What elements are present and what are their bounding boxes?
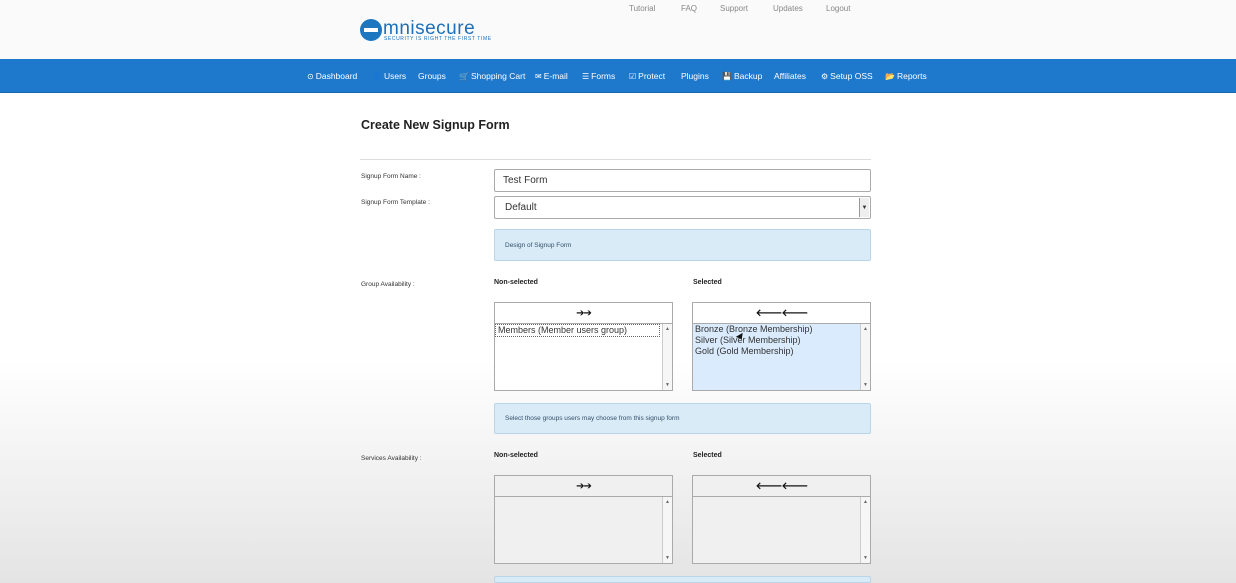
listbox-scrollbar[interactable]: ▲ ▼ (860, 497, 870, 563)
group-selected-heading: Selected (693, 279, 722, 286)
nav-label: Reports (896, 71, 927, 81)
nav-label: Groups (418, 71, 446, 81)
check-icon: ☑ (629, 71, 637, 81)
nav-label: E-mail (543, 71, 568, 81)
group-availability-label: Group Availability : (361, 281, 415, 288)
services-availability-label: Services Availability : (361, 455, 422, 462)
listbox-scrollbar[interactable]: ▲ ▼ (662, 324, 672, 390)
group-selected-list[interactable]: Bronze (Bronze Membership) Silver (Silve… (692, 323, 871, 391)
nav-users[interactable]: 👤 Users (372, 71, 406, 81)
services-selected-list[interactable]: ▲ ▼ (692, 496, 871, 564)
signup-form-name-input[interactable]: Test Form (494, 169, 871, 192)
logo-o-icon (360, 19, 382, 41)
scroll-up-icon[interactable]: ▲ (663, 326, 672, 332)
signup-form-name-label: Signup Form Name : (361, 173, 421, 180)
chevron-down-icon[interactable]: ▼ (859, 198, 869, 217)
scroll-up-icon[interactable]: ▲ (663, 499, 672, 505)
nav-backup[interactable]: 💾 Backup (722, 71, 762, 81)
main-nav: ⊙ Dashboard 👤 Users Groups 🛒 Shopping Cart … (0, 59, 1236, 93)
scroll-down-icon[interactable]: ▼ (663, 382, 672, 388)
services-move-left-button[interactable]: 🡐🡐 (692, 475, 871, 497)
arrow-left-icon: 🡐🡐 (755, 308, 809, 319)
scroll-up-icon[interactable]: ▲ (861, 326, 870, 332)
nav-label: Setup OSS (830, 71, 873, 81)
nav-protect[interactable]: ☑ Protect (629, 71, 665, 81)
services-nonselected-list[interactable]: ▲ ▼ (494, 496, 673, 564)
group-nonselected-list[interactable]: Members (Member users group) ▲ ▼ (494, 323, 673, 391)
toplink-faq[interactable]: FAQ (681, 4, 697, 13)
nav-label: Dashboard (315, 71, 358, 81)
group-move-right-button[interactable]: ➔➔ (494, 302, 673, 324)
scroll-down-icon[interactable]: ▼ (861, 555, 870, 561)
nav-label: Backup (733, 71, 763, 81)
gear-icon: ⚙ (821, 71, 829, 81)
nav-email[interactable]: ✉ E-mail (535, 71, 568, 81)
list-item[interactable]: Gold (Gold Membership) (693, 346, 870, 357)
envelope-icon: ✉ (535, 71, 542, 81)
template-selected-value: Default (505, 202, 537, 213)
arrow-right-icon: ➔➔ (576, 307, 592, 319)
site-header: mnisecure Security is right the first ti… (0, 0, 1236, 59)
nav-affiliates[interactable]: Affiliates (774, 71, 806, 81)
arrow-right-icon: ➔➔ (576, 480, 592, 492)
nav-dashboard[interactable]: ⊙ Dashboard (307, 71, 357, 81)
services-move-right-button[interactable]: ➔➔ (494, 475, 673, 497)
toplink-tutorial[interactable]: Tutorial (629, 4, 655, 13)
nav-label: Protect (638, 71, 666, 81)
user-icon: 👤 (372, 71, 382, 81)
list-item[interactable]: Bronze (Bronze Membership) (693, 324, 870, 335)
listbox-scrollbar[interactable]: ▲ ▼ (662, 497, 672, 563)
nav-plugins[interactable]: Plugins (681, 71, 709, 81)
logo-tagline: Security is right the first time (384, 36, 492, 42)
list-icon: ☰ (582, 71, 590, 81)
title-divider (360, 159, 871, 160)
group-nonselected-heading: Non-selected (494, 279, 538, 286)
nav-label: Affiliates (774, 71, 806, 81)
template-hint: Design of Signup Form (494, 229, 871, 261)
scroll-down-icon[interactable]: ▼ (663, 555, 672, 561)
toplink-support[interactable]: Support (720, 4, 748, 13)
toplink-updates[interactable]: Updates (773, 4, 803, 13)
group-hint: Select those groups users may choose fro… (494, 403, 871, 434)
omnisecure-logo[interactable]: mnisecure Security is right the first ti… (360, 17, 500, 43)
cart-icon: 🛒 (459, 71, 469, 81)
floppy-icon: 💾 (722, 71, 732, 81)
list-item[interactable]: Members (Member users group) (495, 324, 660, 337)
page-title: Create New Signup Form (361, 118, 510, 132)
arrow-left-icon: 🡐🡐 (755, 481, 809, 492)
services-nonselected-heading: Non-selected (494, 452, 538, 459)
list-item[interactable]: Silver (Silver Membership) (693, 335, 870, 346)
scroll-down-icon[interactable]: ▼ (861, 382, 870, 388)
listbox-scrollbar[interactable]: ▲ ▼ (860, 324, 870, 390)
signup-form-template-label: Signup Form Template : (361, 199, 430, 206)
nav-reports[interactable]: 📂 Reports (885, 71, 927, 81)
nav-forms[interactable]: ☰ Forms (582, 71, 615, 81)
services-hint (494, 576, 871, 583)
nav-groups[interactable]: Groups (418, 71, 446, 81)
nav-shopping-cart[interactable]: 🛒 Shopping Cart (459, 71, 525, 81)
nav-label: Forms (591, 71, 616, 81)
nav-label: Plugins (681, 71, 709, 81)
nav-label: Shopping Cart (470, 71, 526, 81)
services-selected-heading: Selected (693, 452, 722, 459)
group-move-left-button[interactable]: 🡐🡐 (692, 302, 871, 324)
scroll-up-icon[interactable]: ▲ (861, 499, 870, 505)
toplink-logout[interactable]: Logout (826, 4, 850, 13)
nav-label: Users (383, 71, 407, 81)
dashboard-icon: ⊙ (307, 71, 314, 81)
folder-icon: 📂 (885, 71, 895, 81)
nav-setup-oss[interactable]: ⚙ Setup OSS (821, 71, 873, 81)
signup-form-template-select[interactable]: Default ▼ (494, 196, 871, 219)
